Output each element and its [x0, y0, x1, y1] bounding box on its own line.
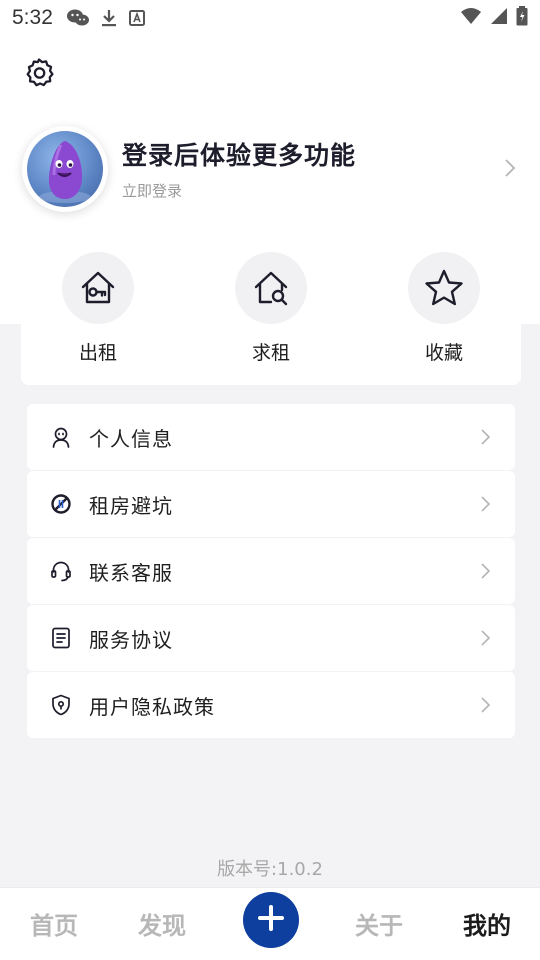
house-search-icon: [235, 252, 307, 324]
chevron-right-icon: [479, 628, 493, 648]
plus-icon: [258, 905, 284, 935]
add-button[interactable]: [243, 892, 299, 948]
quick-action-rent-out[interactable]: 出租: [43, 252, 153, 372]
status-time: 5:32: [12, 6, 53, 29]
star-icon: [408, 252, 480, 324]
quick-actions-card: 出租 求租 收藏: [21, 230, 521, 385]
menu-item-rental-tips[interactable]: 租房避坑: [27, 471, 515, 537]
quick-action-seek-rent[interactable]: 求租: [216, 252, 326, 372]
menu-item-label: 个人信息: [89, 426, 173, 451]
chevron-right-icon: [479, 494, 493, 514]
menu-item-label: 联系客服: [89, 560, 173, 585]
gear-icon[interactable]: [22, 56, 56, 90]
quick-action-favorites[interactable]: 收藏: [389, 252, 499, 372]
wifi-icon: [460, 6, 482, 30]
text-app-icon: [128, 10, 145, 26]
headset-icon: [49, 559, 73, 583]
status-bar: 5:32: [0, 0, 540, 36]
tab-discover[interactable]: 发现: [138, 906, 186, 941]
menu-item-contact-support[interactable]: 联系客服: [27, 538, 515, 604]
person-icon: [49, 425, 73, 449]
menu-item-personal-info[interactable]: 个人信息: [27, 404, 515, 470]
menu-item-label: 租房避坑: [89, 493, 173, 518]
login-prompt-title[interactable]: 登录后体验更多功能: [122, 136, 356, 172]
avatar[interactable]: [22, 126, 108, 212]
no-sign-icon: [49, 492, 73, 516]
tab-home[interactable]: 首页: [30, 906, 78, 941]
version-label: 版本号:1.0.2: [217, 859, 323, 880]
chevron-right-icon: [479, 427, 493, 447]
avatar-image: [27, 131, 103, 207]
bottom-tab-bar: 首页 发现 关于 我的: [0, 887, 540, 960]
tab-about[interactable]: 关于: [355, 906, 403, 941]
download-icon: [101, 9, 117, 27]
tab-mine[interactable]: 我的: [463, 906, 511, 941]
menu-list: 个人信息 租房避坑 联系客服 服务协议 用户隐私政策: [27, 404, 515, 739]
menu-item-service-agreement[interactable]: 服务协议: [27, 605, 515, 671]
signal-icon: [490, 6, 508, 30]
wechat-icon: [66, 9, 89, 27]
menu-item-label: 用户隐私政策: [89, 694, 215, 719]
menu-item-label: 服务协议: [89, 627, 173, 652]
battery-icon: [516, 5, 528, 31]
house-key-icon: [62, 252, 134, 324]
chevron-right-icon: [479, 695, 493, 715]
chevron-right-icon[interactable]: [500, 156, 520, 180]
shield-lock-icon: [49, 693, 73, 717]
quick-action-label: 求租: [251, 342, 290, 364]
quick-action-label: 出租: [78, 342, 117, 364]
menu-item-privacy-policy[interactable]: 用户隐私政策: [27, 672, 515, 738]
document-icon: [49, 626, 73, 650]
quick-action-label: 收藏: [424, 342, 463, 364]
login-link[interactable]: 立即登录: [122, 180, 182, 201]
chevron-right-icon: [479, 561, 493, 581]
